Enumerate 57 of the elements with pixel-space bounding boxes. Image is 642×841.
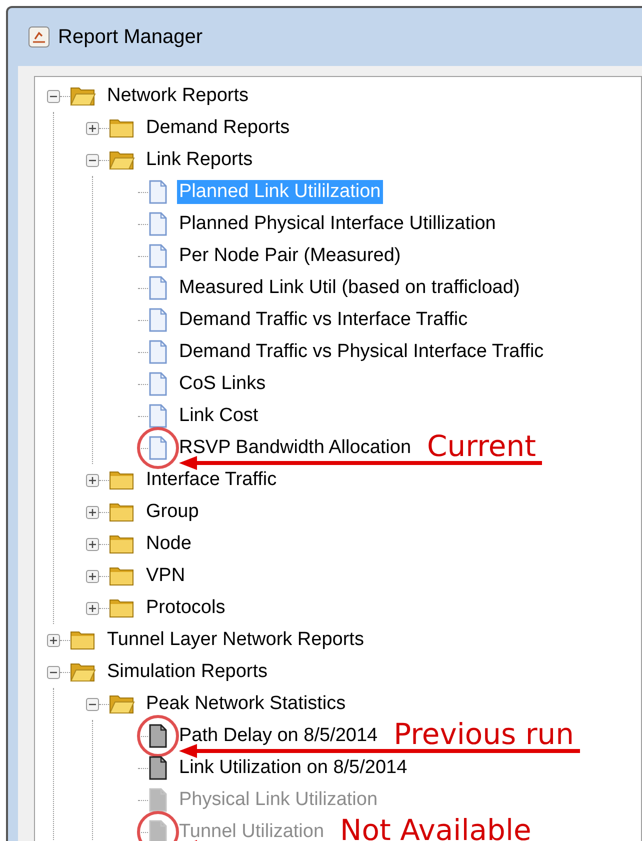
folder-icon <box>109 533 135 555</box>
expand-icon[interactable] <box>86 506 99 518</box>
report-item[interactable]: Per Node Pair (Measured) <box>177 244 403 268</box>
expand-icon[interactable] <box>47 634 60 646</box>
expand-icon[interactable] <box>86 570 99 582</box>
window-title: Report Manager <box>58 25 203 50</box>
annotation-label: Not Available <box>340 815 532 841</box>
report-item[interactable]: Planned Physical Interface Utillization <box>177 212 498 236</box>
report-item[interactable]: Link Cost <box>177 404 260 428</box>
folder-icon <box>109 501 135 523</box>
open-folder-icon <box>70 661 96 683</box>
collapse-icon[interactable] <box>86 698 99 710</box>
folder-label[interactable]: Tunnel Layer Network Reports <box>105 628 366 652</box>
document-icon <box>148 436 168 460</box>
document-icon <box>148 244 168 268</box>
folder-label[interactable]: Group <box>144 500 201 524</box>
folder-label[interactable]: Interface Traffic <box>144 468 279 492</box>
folder-label[interactable]: Network Reports <box>105 84 250 108</box>
report-item[interactable]: RSVP Bandwidth Allocation <box>177 436 414 460</box>
document-icon <box>148 340 168 364</box>
folder-label[interactable]: Peak Network Statistics <box>144 692 348 716</box>
expand-icon[interactable] <box>86 122 99 134</box>
report-item[interactable]: CoS Links <box>177 372 268 396</box>
expand-icon[interactable] <box>86 474 99 486</box>
collapse-icon[interactable] <box>86 154 99 166</box>
folder-icon <box>109 469 135 491</box>
document-icon <box>148 276 168 300</box>
open-folder-icon <box>70 85 96 107</box>
report-item[interactable]: Link Utilization on 8/5/2014 <box>177 756 410 780</box>
expand-icon[interactable] <box>86 538 99 550</box>
document-icon <box>148 372 168 396</box>
report-item[interactable]: Path Delay on 8/5/2014 <box>177 724 380 748</box>
collapse-icon[interactable] <box>47 666 60 678</box>
document-icon <box>148 308 168 332</box>
folder-label[interactable]: Simulation Reports <box>105 660 270 684</box>
open-folder-icon <box>109 149 135 171</box>
open-folder-icon <box>109 693 135 715</box>
folder-label[interactable]: Node <box>144 532 194 556</box>
document-icon <box>148 212 168 236</box>
folder-label[interactable]: VPN <box>144 564 188 588</box>
report-item[interactable]: Measured Link Util (based on trafficload) <box>177 276 522 300</box>
expand-icon[interactable] <box>86 602 99 614</box>
report-item[interactable]: Demand Traffic vs Interface Traffic <box>177 308 470 332</box>
folder-icon <box>109 565 135 587</box>
report-item[interactable]: Demand Traffic vs Physical Interface Traffic <box>177 340 546 364</box>
app-icon <box>28 26 50 48</box>
folder-icon <box>109 597 135 619</box>
annotation-label: Current <box>427 431 536 461</box>
folder-icon <box>109 117 135 139</box>
folder-label[interactable]: Link Reports <box>144 148 255 172</box>
document-icon <box>148 404 168 428</box>
collapse-icon[interactable] <box>47 90 60 102</box>
document-icon <box>148 180 168 204</box>
folder-label[interactable]: Protocols <box>144 596 228 620</box>
folder-icon <box>70 629 96 651</box>
folder-label[interactable]: Demand Reports <box>144 116 292 140</box>
annotation-label: Previous run <box>394 719 574 749</box>
